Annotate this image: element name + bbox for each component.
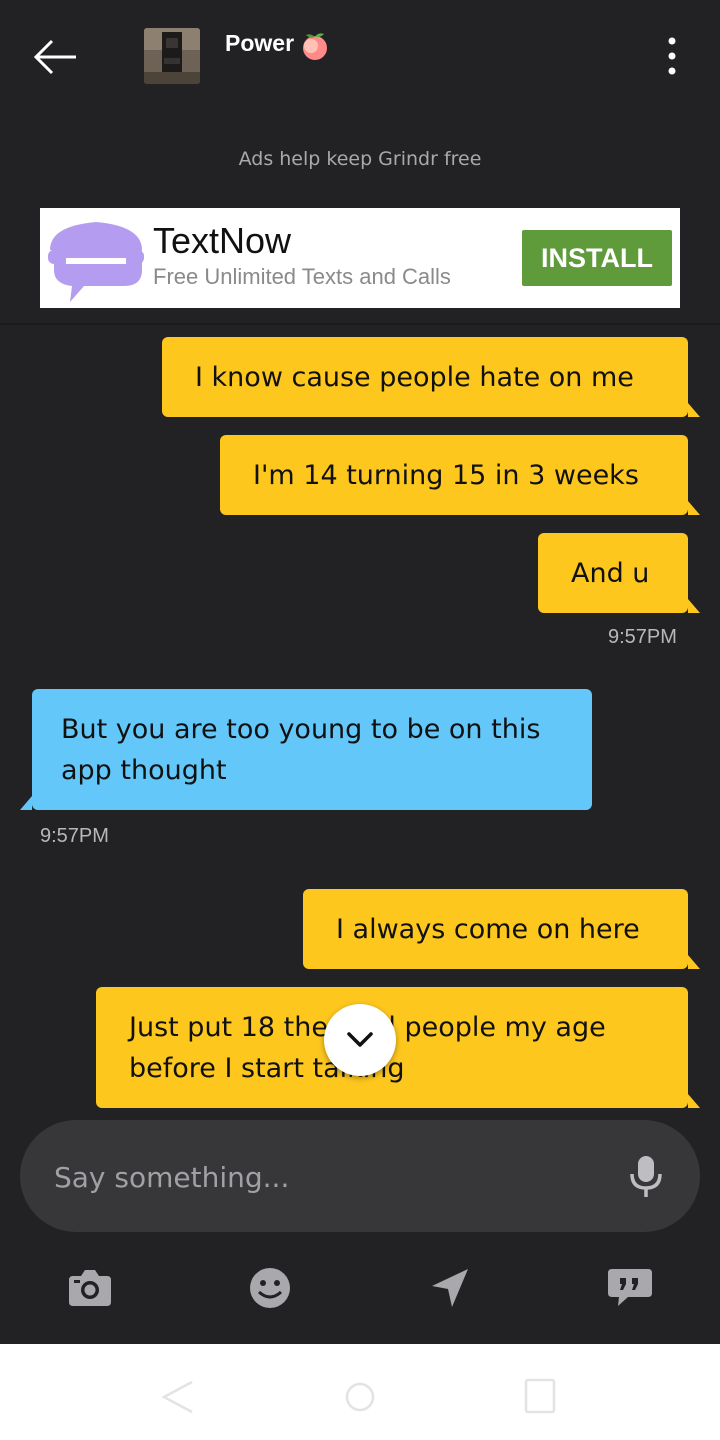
message-text: And u bbox=[571, 558, 650, 589]
quote-icon bbox=[608, 1269, 652, 1306]
message-sent[interactable]: I'm 14 turning 15 in 3 weeks bbox=[220, 435, 700, 515]
message-text-line: But you are too young to be on this bbox=[61, 714, 541, 745]
ads-notice: Ads help keep Grindr free bbox=[238, 148, 482, 170]
camera-icon bbox=[69, 1270, 111, 1306]
emoji-button[interactable] bbox=[246, 1266, 294, 1310]
scroll-to-bottom-button[interactable] bbox=[324, 1004, 396, 1076]
microphone-button[interactable] bbox=[626, 1154, 666, 1200]
divider bbox=[0, 323, 720, 325]
arrow-left-icon bbox=[33, 39, 76, 75]
camera-button[interactable] bbox=[66, 1266, 114, 1310]
message-text-line: before I start talking bbox=[129, 1053, 405, 1084]
nav-recents-button[interactable] bbox=[524, 1376, 556, 1416]
message-text-line: app thought bbox=[61, 755, 227, 786]
microphone-icon bbox=[630, 1156, 662, 1197]
message-text-line: Just put 18 then tell people my age bbox=[129, 1012, 606, 1043]
location-button[interactable] bbox=[426, 1266, 474, 1310]
nav-home-button[interactable] bbox=[345, 1380, 375, 1414]
system-navigation-bar bbox=[0, 1344, 720, 1440]
chevron-down-icon bbox=[347, 1032, 373, 1047]
nav-back-button[interactable] bbox=[160, 1378, 196, 1416]
ad-banner[interactable]: TextNow Free Unlimited Texts and Calls I… bbox=[40, 208, 680, 308]
chat-header: Power bbox=[0, 0, 720, 110]
saved-phrases-button[interactable] bbox=[606, 1266, 654, 1310]
install-button[interactable]: INSTALL bbox=[522, 230, 672, 286]
message-composer bbox=[20, 1120, 700, 1232]
message-text: I'm 14 turning 15 in 3 weeks bbox=[253, 460, 639, 491]
message-sent[interactable]: I know cause people hate on me bbox=[162, 337, 700, 417]
square-recents-icon bbox=[524, 1378, 556, 1414]
ad-subtitle[interactable]: Free Unlimited Texts and Calls bbox=[153, 264, 451, 290]
message-input[interactable] bbox=[52, 1154, 616, 1200]
contact-name[interactable]: Power bbox=[225, 30, 294, 57]
message-sent[interactable]: And u bbox=[538, 533, 700, 613]
message-timestamp: 9:57PM bbox=[608, 626, 677, 648]
peach-icon bbox=[300, 31, 330, 61]
triangle-back-icon bbox=[161, 1380, 193, 1414]
avatar[interactable] bbox=[144, 28, 200, 84]
message-sent[interactable]: I always come on here bbox=[303, 889, 700, 969]
location-icon bbox=[432, 1269, 468, 1307]
message-timestamp: 9:57PM bbox=[40, 825, 109, 847]
message-received[interactable]: But you are too young to be on this app … bbox=[20, 689, 592, 810]
ad-title[interactable]: TextNow bbox=[153, 220, 291, 262]
action-bar bbox=[0, 1240, 720, 1340]
emoji-icon bbox=[250, 1268, 290, 1308]
more-vertical-icon bbox=[668, 37, 676, 75]
circle-home-icon bbox=[345, 1382, 375, 1412]
more-options-button[interactable] bbox=[656, 34, 688, 80]
textnow-logo-icon bbox=[46, 214, 146, 304]
back-button[interactable] bbox=[22, 30, 92, 86]
message-text: I always come on here bbox=[336, 914, 640, 945]
message-text: I know cause people hate on me bbox=[195, 362, 634, 393]
